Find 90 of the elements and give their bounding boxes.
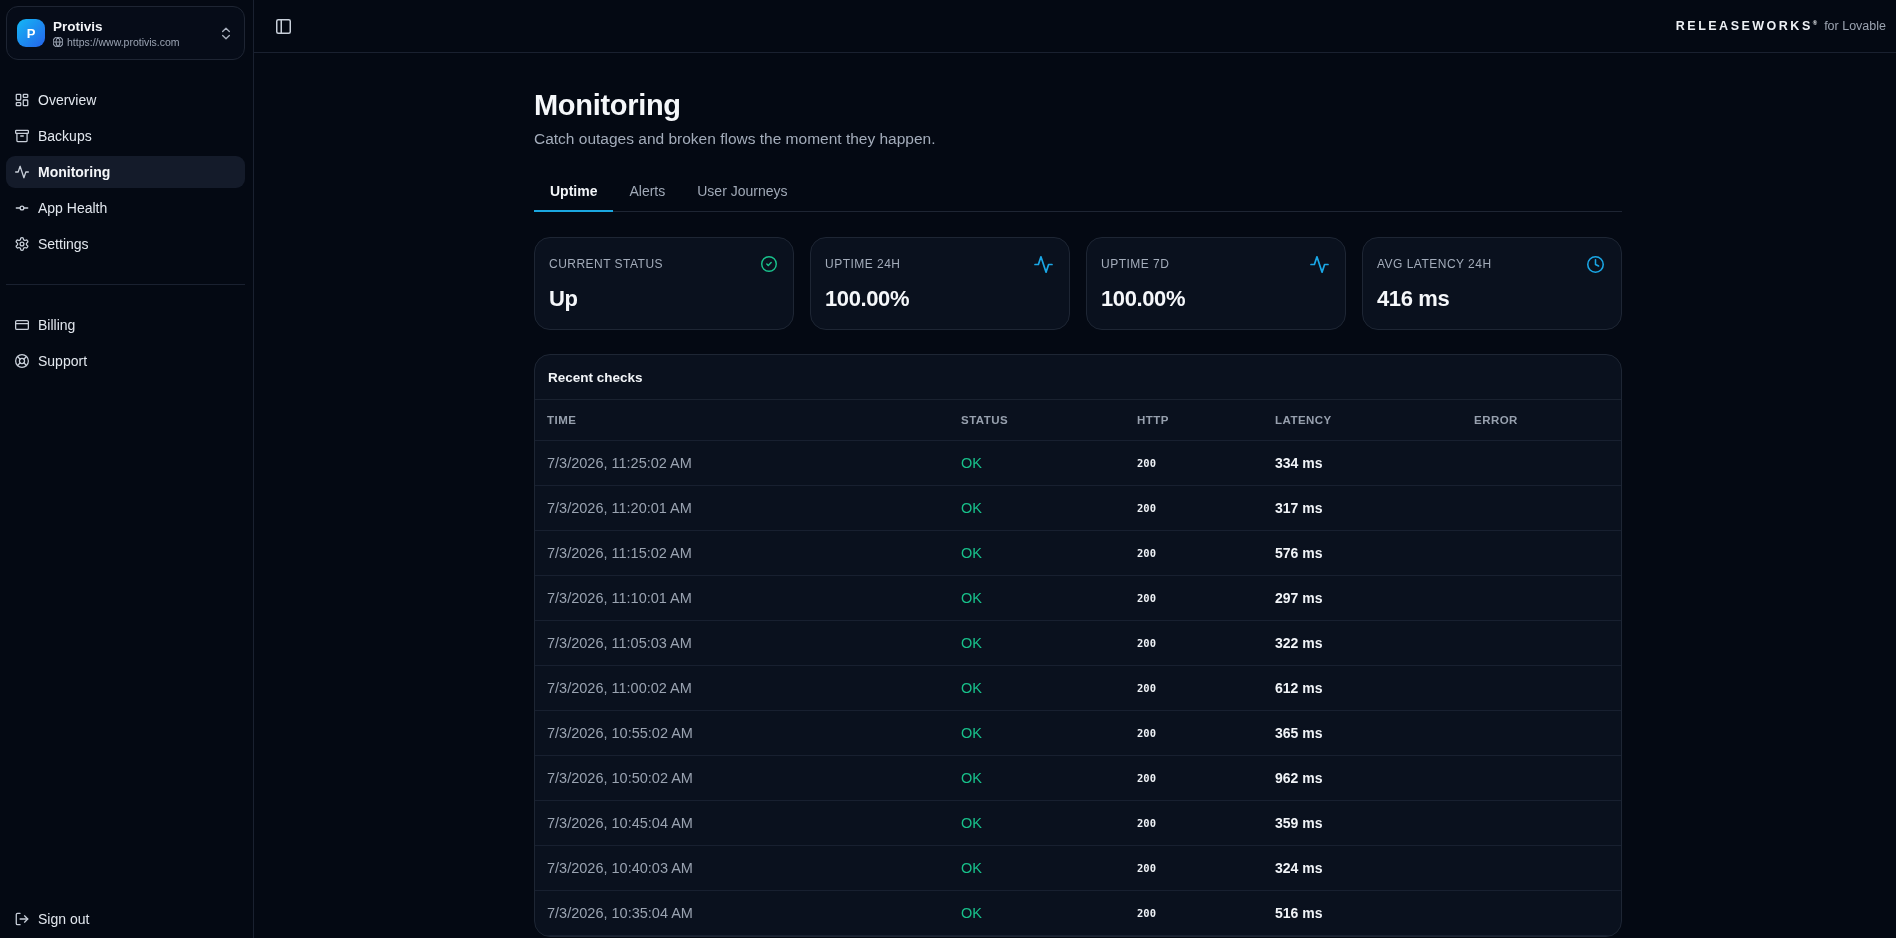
brand-logo: RELEASEWORKS$^{®}$ [1675, 19, 1818, 33]
settings-icon [15, 237, 29, 251]
nav-item[interactable]: App Health [6, 192, 245, 224]
column-header: TIME [547, 414, 577, 426]
stat-label: CURRENT STATUS [549, 257, 664, 271]
table-cell: 200 [1137, 862, 1156, 874]
tab[interactable]: Uptime [534, 171, 614, 212]
table-cell: 200 [1137, 772, 1156, 784]
chevron-up-down-icon [222, 26, 230, 40]
table-cell: 7/3/2026, 11:20:01 AM [547, 500, 692, 516]
page-title: Monitoring [534, 88, 682, 123]
table-title: Recent checks [548, 369, 643, 385]
status-text: OK [961, 905, 982, 921]
table-cell: 200 [1137, 592, 1156, 604]
table-cell: 576 ms [1275, 545, 1323, 561]
table-cell: 200 [1137, 547, 1156, 559]
status-text: OK [961, 725, 982, 741]
nav-item[interactable]: Settings [6, 228, 245, 260]
table-cell: 200 [1137, 727, 1156, 739]
table-cell: 7/3/2026, 11:25:02 AM [547, 455, 692, 471]
status-text: OK [961, 770, 982, 786]
table-cell: 200 [1137, 907, 1156, 919]
brand-suffix: for Lovable [1824, 19, 1886, 33]
status-text: OK [961, 860, 982, 876]
pulse-icon [15, 165, 29, 179]
status-text: OK [961, 545, 982, 561]
status-text: OK [961, 815, 982, 831]
table-cell: 612 ms [1275, 680, 1323, 696]
status-text: OK [961, 590, 982, 606]
pulse-icon [1034, 255, 1053, 273]
project-switcher[interactable]: P Protivis https://www.protivis.com [6, 6, 245, 60]
table-cell: 297 ms [1275, 590, 1323, 606]
column-header: LATENCY [1275, 414, 1332, 426]
table-cell: 7/3/2026, 11:00:02 AM [547, 680, 692, 696]
stat-value: 416 ms [1377, 286, 1451, 312]
project-avatar: P [17, 19, 45, 47]
table-cell: 365 ms [1275, 725, 1323, 741]
table-cell: 516 ms [1275, 905, 1323, 921]
column-header: STATUS [961, 414, 1009, 426]
table-cell: 317 ms [1275, 500, 1323, 516]
table-cell: 7/3/2026, 11:15:02 AM [547, 545, 692, 561]
status-text: OK [961, 455, 982, 471]
table-cell: 7/3/2026, 10:50:02 AM [547, 770, 693, 786]
table-cell: 322 ms [1275, 635, 1323, 651]
status-text: OK [961, 680, 982, 696]
pulse-icon [1310, 255, 1329, 273]
tab[interactable]: Alerts [613, 171, 682, 212]
nav-item[interactable]: Billing [6, 309, 245, 341]
archive-icon [15, 129, 29, 143]
table-cell: 7/3/2026, 11:10:01 AM [547, 590, 692, 606]
stat-label: UPTIME 7D [1101, 257, 1170, 271]
nav-item[interactable]: Overview [6, 84, 245, 116]
table-cell: 7/3/2026, 10:35:04 AM [547, 905, 693, 921]
credit-card-icon [15, 318, 29, 332]
stat-label: UPTIME 24H [825, 257, 901, 271]
grid-icon [15, 93, 29, 107]
table-cell: 7/3/2026, 10:55:02 AM [547, 725, 693, 741]
table-cell: 200 [1137, 817, 1156, 829]
nav-item[interactable]: Backups [6, 120, 245, 152]
stat-value: 100.00% [825, 286, 911, 312]
nav-item[interactable]: Support [6, 345, 245, 377]
clock-icon [1586, 255, 1605, 273]
stat-value: 100.00% [1101, 286, 1187, 312]
globe-icon [53, 36, 63, 47]
circle-check-icon [761, 256, 777, 272]
table-cell: 962 ms [1275, 770, 1323, 786]
status-text: OK [961, 635, 982, 651]
project-url: https://www.protivis.com [67, 35, 180, 48]
status-text: OK [961, 500, 982, 516]
table-cell: 7/3/2026, 10:40:03 AM [547, 860, 693, 876]
column-header: ERROR [1474, 414, 1518, 426]
table-cell: 7/3/2026, 10:45:04 AM [547, 815, 693, 831]
table-cell: 334 ms [1275, 455, 1323, 471]
sign-out-link[interactable]: Sign out [6, 903, 245, 935]
table-cell: 324 ms [1275, 860, 1323, 876]
column-header: HTTP [1137, 414, 1169, 426]
table-cell: 359 ms [1275, 815, 1323, 831]
table-cell: 200 [1137, 682, 1156, 694]
page-subtitle: Catch outages and broken flows the moment they happen. [534, 129, 937, 149]
lifebuoy-icon [15, 354, 29, 368]
stat-value: Up [549, 286, 579, 312]
table-cell: 200 [1137, 502, 1156, 514]
nav-item[interactable]: Monitoring [6, 156, 245, 188]
panel-left-icon [276, 18, 291, 34]
table-cell: 200 [1137, 637, 1156, 649]
stat-label: AVG LATENCY 24H [1377, 257, 1492, 271]
table-cell: 7/3/2026, 11:05:03 AM [547, 635, 692, 651]
tab[interactable]: User Journeys [681, 171, 804, 212]
project-name: Protivis [53, 18, 104, 34]
table-cell: 200 [1137, 457, 1156, 469]
